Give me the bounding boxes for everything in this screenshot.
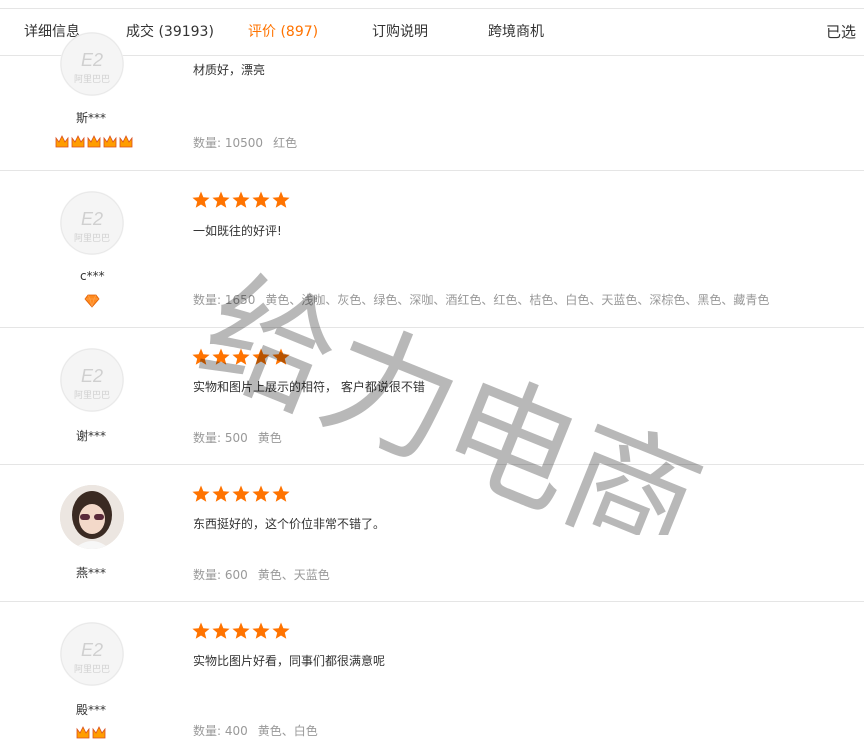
alibaba-avatar-icon: E2 阿里巴巴: [60, 32, 124, 96]
quantity-label: 数量:: [193, 568, 222, 582]
rating-stars: [192, 622, 290, 639]
color-values: 黄色、天蓝色: [257, 568, 330, 582]
color-values: 红色: [273, 136, 298, 150]
star-icon: [212, 622, 230, 639]
star-icon: [212, 348, 230, 365]
svg-text:E2: E2: [81, 640, 103, 660]
star-icon: [232, 622, 250, 639]
rating-stars: [192, 348, 290, 365]
review-meta: 数量: 1650 黄色、浅咖、灰色、绿色、深咖、酒红色、红色、桔色、白色、天蓝色、…: [193, 291, 769, 308]
quantity-value: 600: [224, 568, 248, 582]
star-icon: [192, 622, 210, 639]
review-item: E2 阿里巴巴 谢*** 实物和图片上展示的相符， 客户都说很不错 数量: 50…: [0, 328, 864, 465]
avatar: E2 阿里巴巴: [60, 191, 124, 255]
diamond-icon: [84, 294, 100, 308]
avatar: [60, 485, 124, 549]
alibaba-avatar-icon: E2 阿里巴巴: [60, 191, 124, 255]
star-icon: [252, 348, 270, 365]
svg-text:阿里巴巴: 阿里巴巴: [74, 74, 110, 85]
svg-text:阿里巴巴: 阿里巴巴: [74, 233, 110, 244]
quantity-label: 数量:: [193, 136, 222, 150]
star-icon: [252, 485, 270, 502]
quantity-value: 500: [224, 431, 248, 445]
star-icon: [232, 348, 250, 365]
svg-text:阿里巴巴: 阿里巴巴: [74, 664, 110, 675]
review-content: 材质好，漂亮: [193, 63, 266, 77]
svg-text:E2: E2: [81, 209, 103, 229]
star-icon: [192, 485, 210, 502]
review-item: E2 阿里巴巴 c*** 一如既往的好评! 数量: 1650 黄色、浅咖、灰色、绿…: [0, 171, 864, 328]
username: 谢***: [76, 429, 107, 443]
user-photo-icon: [60, 485, 124, 549]
review-meta: 数量: 10500 红色: [193, 134, 297, 151]
username: 斯***: [76, 111, 107, 125]
review-content: 实物比图片好看，同事们都很满意呢: [193, 654, 386, 668]
star-icon: [252, 622, 270, 639]
tab-cross-border[interactable]: 跨境商机: [488, 9, 544, 55]
star-icon: [272, 348, 290, 365]
top-strip: [0, 0, 864, 9]
star-icon: [272, 622, 290, 639]
quantity-value: 1650: [224, 293, 256, 307]
quantity-label: 数量:: [193, 431, 222, 445]
star-icon: [272, 485, 290, 502]
review-content: 实物和图片上展示的相符， 客户都说很不错: [193, 380, 425, 394]
star-icon: [272, 191, 290, 208]
review-item: E2 阿里巴巴 斯*** 材质好，漂亮 数量: 10500 红色: [0, 32, 864, 171]
svg-text:E2: E2: [81, 50, 103, 70]
alibaba-avatar-icon: E2 阿里巴巴: [60, 348, 124, 412]
star-icon: [192, 191, 210, 208]
review-meta: 数量: 600 黄色、天蓝色: [193, 566, 330, 583]
review-meta: 数量: 400 黄色、白色: [193, 722, 318, 739]
username: 燕***: [76, 566, 107, 580]
avatar: E2 阿里巴巴: [60, 348, 124, 412]
rating-stars: [192, 485, 290, 502]
selected-indicator[interactable]: 已选: [826, 9, 856, 55]
review-item: 燕*** 东西挺好的，这个价位非常不错了。 数量: 600 黄色、天蓝色: [0, 465, 864, 602]
alibaba-avatar-icon: E2 阿里巴巴: [60, 622, 124, 686]
svg-text:阿里巴巴: 阿里巴巴: [74, 390, 110, 401]
review-content: 一如既往的好评!: [193, 224, 282, 238]
star-icon: [232, 191, 250, 208]
tab-bar: 详细信息 成交 (39193) 评价 (897) 订购说明 跨境商机 已选: [0, 9, 864, 56]
username: 殿***: [76, 703, 107, 717]
quantity-label: 数量:: [193, 293, 222, 307]
color-values: 黄色、白色: [257, 724, 318, 738]
svg-text:E2: E2: [81, 366, 103, 386]
crown-badge-icon: [55, 135, 133, 148]
color-values: 黄色: [257, 431, 282, 445]
tab-transactions[interactable]: 成交 (39193): [126, 9, 214, 55]
quantity-label: 数量:: [193, 724, 222, 738]
quantity-value: 10500: [224, 136, 264, 150]
review-meta: 数量: 500 黄色: [193, 429, 282, 446]
avatar: E2 阿里巴巴: [60, 622, 124, 686]
rating-stars: [192, 191, 290, 208]
color-values: 黄色、浅咖、灰色、绿色、深咖、酒红色、红色、桔色、白色、天蓝色、深棕色、黑色、藏…: [265, 293, 770, 307]
selected-label: 已选: [826, 23, 857, 41]
tab-reviews[interactable]: 评价 (897): [248, 9, 318, 55]
avatar: E2 阿里巴巴: [60, 32, 124, 96]
star-icon: [192, 348, 210, 365]
star-icon: [212, 191, 230, 208]
star-icon: [212, 485, 230, 502]
review-item: E2 阿里巴巴 殿*** 实物比图片好看，同事们都很满意呢 数量: 400 黄色、…: [0, 602, 864, 748]
tab-order-instructions[interactable]: 订购说明: [372, 9, 428, 55]
crown-badge-icon: [76, 726, 106, 739]
username: c***: [80, 269, 105, 283]
star-icon: [252, 191, 270, 208]
quantity-value: 400: [224, 724, 248, 738]
review-content: 东西挺好的，这个价位非常不错了。: [193, 517, 386, 531]
star-icon: [232, 485, 250, 502]
